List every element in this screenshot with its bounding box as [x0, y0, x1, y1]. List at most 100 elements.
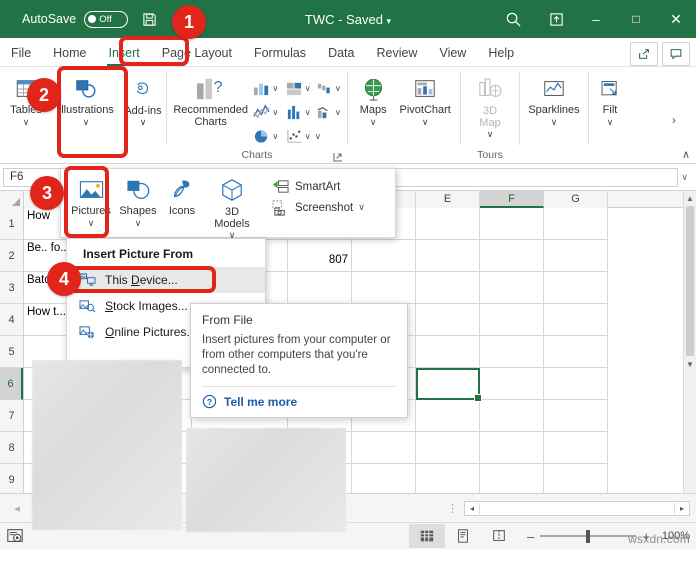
- search-icon[interactable]: [490, 0, 536, 38]
- column-header-f[interactable]: F: [480, 191, 544, 208]
- row-header-1[interactable]: 1: [0, 208, 23, 240]
- charts-dialog-launcher-icon[interactable]: [333, 152, 343, 162]
- column-header-e[interactable]: E: [416, 191, 480, 208]
- maps-button[interactable]: Maps ∨: [352, 72, 394, 127]
- comment-icon[interactable]: [662, 42, 690, 66]
- column-chart-caret[interactable]: ∨: [272, 83, 278, 94]
- ribbon-collapse-caret[interactable]: ∧: [682, 148, 690, 161]
- cell-f2[interactable]: [480, 240, 544, 272]
- tab-insert[interactable]: Insert: [98, 40, 151, 66]
- addins-caret[interactable]: ∨: [140, 117, 147, 127]
- cell-f9[interactable]: [480, 464, 544, 493]
- filters-button[interactable]: Filt ∨: [593, 72, 627, 127]
- hscroll-left-button[interactable]: ◂: [465, 504, 479, 513]
- active-cell-selection[interactable]: [416, 368, 482, 402]
- tab-home[interactable]: Home: [42, 40, 97, 66]
- tab-page-layout[interactable]: Page Layout: [151, 40, 243, 66]
- screenshot-caret[interactable]: ∨: [358, 202, 365, 213]
- tables-caret[interactable]: ∨: [23, 117, 30, 127]
- cell-f7[interactable]: [480, 400, 544, 432]
- scroll-down-button[interactable]: ▼: [684, 357, 696, 371]
- tab-file[interactable]: File: [0, 40, 42, 66]
- cell-f8[interactable]: [480, 432, 544, 464]
- sparklines-button[interactable]: Sparklines ∨: [524, 72, 584, 127]
- cell-e4[interactable]: [416, 304, 480, 336]
- bar-chart-icon[interactable]: ∨: [283, 104, 313, 121]
- zoom-slider-knob[interactable]: [586, 529, 591, 543]
- page-layout-view-icon[interactable]: [445, 524, 481, 548]
- more-charts-caret[interactable]: ∨: [313, 131, 323, 142]
- maps-caret[interactable]: ∨: [370, 117, 377, 127]
- prev-sheet-button[interactable]: ◂: [4, 502, 30, 515]
- 3d-map-button[interactable]: 3D Map ∨: [465, 72, 515, 139]
- cell-g9[interactable]: [544, 464, 608, 493]
- cell-g1[interactable]: [544, 208, 608, 240]
- cell-e9[interactable]: [416, 464, 480, 493]
- row-header-6[interactable]: 6: [0, 368, 23, 400]
- cell-g2[interactable]: [544, 240, 608, 272]
- scroll-up-button[interactable]: ▲: [684, 191, 696, 205]
- cell-c3[interactable]: [288, 272, 352, 304]
- cell-e1[interactable]: [416, 208, 480, 240]
- cell-e2[interactable]: [416, 240, 480, 272]
- fill-handle[interactable]: [474, 394, 482, 402]
- pie-chart-caret[interactable]: ∨: [272, 131, 278, 142]
- cell-d2[interactable]: [352, 240, 416, 272]
- waterfall-chart-caret[interactable]: ∨: [335, 83, 341, 94]
- row-header-7[interactable]: 7: [0, 400, 23, 432]
- close-button[interactable]: ✕: [656, 0, 696, 38]
- hscroll-right-button[interactable]: ▸: [675, 504, 689, 513]
- line-chart-icon[interactable]: ∨: [250, 103, 280, 121]
- vertical-scrollbar[interactable]: ▲ ▼: [683, 191, 696, 493]
- hierarchy-chart-caret[interactable]: ∨: [305, 83, 311, 94]
- cell-e3[interactable]: [416, 272, 480, 304]
- smartart-button[interactable]: SmartArt: [267, 176, 369, 197]
- screenshot-button[interactable]: Screenshot ∨: [267, 197, 369, 218]
- horizontal-scrollbar[interactable]: ◂ ▸: [464, 500, 690, 516]
- combo-chart-caret[interactable]: ∨: [335, 107, 341, 118]
- cell-f6[interactable]: [480, 368, 544, 400]
- page-break-view-icon[interactable]: [481, 524, 517, 548]
- row-header-3[interactable]: 3: [0, 272, 23, 304]
- ribbon-overflow-caret[interactable]: ›: [672, 113, 676, 127]
- cell-e8[interactable]: [416, 432, 480, 464]
- cell-f5[interactable]: [480, 336, 544, 368]
- shapes-caret[interactable]: ∨: [135, 218, 142, 228]
- document-title[interactable]: TWC - Saved: [305, 12, 383, 27]
- record-macro-icon[interactable]: [6, 527, 24, 545]
- scroll-thumb[interactable]: [686, 206, 694, 356]
- cell-e5[interactable]: [416, 336, 480, 368]
- column-header-g[interactable]: G: [544, 191, 608, 208]
- select-all-corner[interactable]: [0, 191, 24, 208]
- cell-d9[interactable]: [352, 464, 416, 493]
- cell-f1[interactable]: [480, 208, 544, 240]
- formula-expand-caret[interactable]: ∨: [681, 172, 693, 183]
- cell-f3[interactable]: [480, 272, 544, 304]
- cell-g5[interactable]: [544, 336, 608, 368]
- tab-data[interactable]: Data: [317, 40, 365, 66]
- pictures-button[interactable]: Pictures ∨: [67, 173, 115, 228]
- cell-g3[interactable]: [544, 272, 608, 304]
- cell-g7[interactable]: [544, 400, 608, 432]
- scatter-chart-caret[interactable]: ∨: [305, 131, 311, 142]
- normal-view-icon[interactable]: [409, 524, 446, 548]
- row-header-5[interactable]: 5: [0, 336, 23, 368]
- recommended-charts-button[interactable]: ? Recommended Charts: [171, 72, 250, 128]
- shapes-button[interactable]: Shapes ∨: [115, 173, 161, 228]
- cell-d8[interactable]: [352, 432, 416, 464]
- cell-d3[interactable]: [352, 272, 416, 304]
- tab-formulas[interactable]: Formulas: [243, 40, 317, 66]
- row-header-4[interactable]: 4: [0, 304, 23, 336]
- icons-button[interactable]: Icons: [161, 173, 203, 218]
- row-header-2[interactable]: 2: [0, 240, 23, 272]
- row-header-8[interactable]: 8: [0, 432, 23, 464]
- autosave-toggle[interactable]: Off: [84, 10, 129, 28]
- line-chart-caret[interactable]: ∨: [272, 107, 278, 118]
- illustrations-button[interactable]: Illustrations ∨: [56, 72, 116, 127]
- sheet-splitter-icon[interactable]: ⋮: [447, 502, 458, 515]
- share-icon[interactable]: [630, 42, 658, 66]
- pivotchart-caret[interactable]: ∨: [422, 117, 429, 127]
- cell-g4[interactable]: [544, 304, 608, 336]
- sparklines-caret[interactable]: ∨: [551, 117, 558, 127]
- maximize-button[interactable]: □: [616, 0, 656, 38]
